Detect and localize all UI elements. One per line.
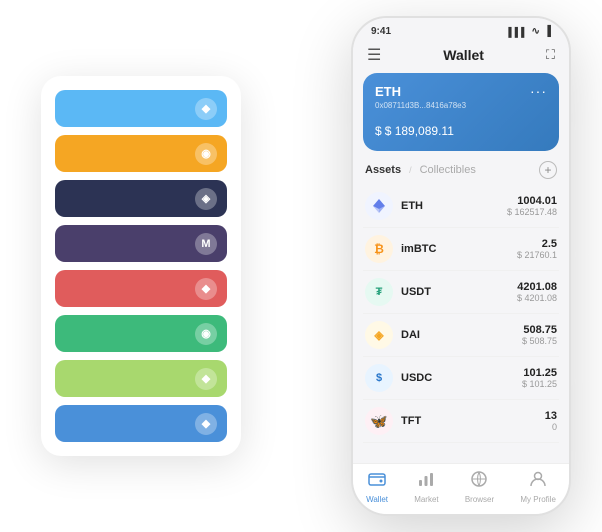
imbtc-amount: 2.5 — [517, 238, 557, 250]
usdt-name: USDT — [401, 286, 517, 298]
bar-icon: ◉ — [195, 323, 217, 345]
eth-balance: $$ 189,089.11 — [375, 118, 547, 141]
asset-row-tft[interactable]: 🦋 TFT 13 0 — [363, 400, 559, 443]
dai-name: DAI — [401, 329, 522, 341]
wallet-nav-label: Wallet — [366, 495, 388, 504]
nav-bar: ☰ Wallet ⛶ — [353, 41, 569, 73]
usdc-icon: $ — [365, 364, 393, 392]
signal-icon: ▌▌▌ — [508, 27, 527, 37]
tft-name: TFT — [401, 415, 545, 427]
phone-frame: 9:41 ▌▌▌ ∿ ▐ ☰ Wallet ⛶ ETH ··· 0x08711d… — [351, 16, 571, 516]
list-item[interactable]: ◉ — [55, 315, 227, 352]
page-title: Wallet — [443, 47, 484, 63]
usdc-usd: $ 101.25 — [522, 379, 557, 389]
nav-market[interactable]: Market — [414, 470, 438, 504]
bar-icon: ◉ — [195, 143, 217, 165]
list-item[interactable]: ◆ — [55, 90, 227, 127]
eth-card-more-icon[interactable]: ··· — [530, 83, 547, 99]
browser-nav-icon — [470, 470, 488, 493]
expand-icon[interactable]: ⛶ — [546, 47, 555, 63]
currency-symbol: $ — [375, 124, 382, 138]
imbtc-usd: $ 21760.1 — [517, 250, 557, 260]
tft-values: 13 0 — [545, 410, 557, 432]
tab-assets[interactable]: Assets — [365, 164, 401, 176]
usdt-usd: $ 4201.08 — [517, 293, 557, 303]
eth-address: 0x08711d3B...8416a78e3 — [375, 101, 547, 110]
list-item[interactable]: ◆ — [55, 360, 227, 397]
list-item[interactable]: ◆ — [55, 405, 227, 442]
dai-values: 508.75 $ 508.75 — [522, 324, 557, 346]
dai-icon: ◈ — [365, 321, 393, 349]
assets-tabs: Assets / Collectibles — [365, 164, 476, 176]
scene: ◆ ◉ ◈ M ◆ ◉ ◆ ◆ 9:41 ▌▌▌ ∿ — [21, 16, 581, 516]
imbtc-values: 2.5 $ 21760.1 — [517, 238, 557, 260]
asset-list: ETH 1004.01 $ 162517.48 ₿ imBTC 2.5 $ 21… — [353, 185, 569, 463]
eth-values: 1004.01 $ 162517.48 — [507, 195, 557, 217]
bar-icon: ◆ — [195, 368, 217, 390]
eth-usd: $ 162517.48 — [507, 207, 557, 217]
eth-name: ETH — [401, 200, 507, 212]
list-item[interactable]: ◆ — [55, 270, 227, 307]
nav-wallet[interactable]: Wallet — [366, 470, 388, 504]
dai-usd: $ 508.75 — [522, 336, 557, 346]
eth-icon — [365, 192, 393, 220]
status-bar: 9:41 ▌▌▌ ∿ ▐ — [353, 18, 569, 41]
usdc-amount: 101.25 — [522, 367, 557, 379]
usdc-name: USDC — [401, 372, 522, 384]
bar-icon: M — [195, 233, 217, 255]
status-time: 9:41 — [371, 26, 391, 37]
battery-icon: ▐ — [544, 26, 551, 37]
asset-row-imbtc[interactable]: ₿ imBTC 2.5 $ 21760.1 — [363, 228, 559, 271]
profile-nav-label: My Profile — [520, 495, 556, 504]
asset-row-usdc[interactable]: $ USDC 101.25 $ 101.25 — [363, 357, 559, 400]
tft-usd: 0 — [545, 422, 557, 432]
nav-browser[interactable]: Browser — [465, 470, 494, 504]
eth-card-header: ETH ··· — [375, 83, 547, 99]
asset-row-eth[interactable]: ETH 1004.01 $ 162517.48 — [363, 185, 559, 228]
imbtc-name: imBTC — [401, 243, 517, 255]
bar-icon: ◆ — [195, 278, 217, 300]
eth-card-title: ETH — [375, 84, 401, 99]
tab-separator: / — [409, 165, 412, 175]
wallet-card-list: ◆ ◉ ◈ M ◆ ◉ ◆ ◆ — [41, 76, 241, 456]
bar-icon: ◆ — [195, 413, 217, 435]
nav-profile[interactable]: My Profile — [520, 470, 556, 504]
usdc-values: 101.25 $ 101.25 — [522, 367, 557, 389]
imbtc-icon: ₿ — [365, 235, 393, 263]
add-asset-button[interactable]: + — [539, 161, 557, 179]
list-item[interactable]: M — [55, 225, 227, 262]
wifi-icon: ∿ — [532, 26, 540, 37]
asset-row-dai[interactable]: ◈ DAI 508.75 $ 508.75 — [363, 314, 559, 357]
status-icons: ▌▌▌ ∿ ▐ — [508, 26, 551, 37]
market-nav-icon — [417, 470, 435, 493]
menu-icon[interactable]: ☰ — [367, 45, 381, 65]
usdt-amount: 4201.08 — [517, 281, 557, 293]
assets-header: Assets / Collectibles + — [353, 161, 569, 185]
eth-wallet-card[interactable]: ETH ··· 0x08711d3B...8416a78e3 $$ 189,08… — [363, 73, 559, 151]
profile-nav-icon — [529, 470, 547, 493]
list-item[interactable]: ◈ — [55, 180, 227, 217]
asset-row-usdt[interactable]: ₮ USDT 4201.08 $ 4201.08 — [363, 271, 559, 314]
bar-icon: ◈ — [195, 188, 217, 210]
tft-amount: 13 — [545, 410, 557, 422]
browser-nav-label: Browser — [465, 495, 494, 504]
usdt-icon: ₮ — [365, 278, 393, 306]
usdt-values: 4201.08 $ 4201.08 — [517, 281, 557, 303]
dai-amount: 508.75 — [522, 324, 557, 336]
bottom-nav: Wallet Market Browser My Profile — [353, 463, 569, 514]
eth-amount: 1004.01 — [507, 195, 557, 207]
market-nav-label: Market — [414, 495, 438, 504]
tab-collectibles[interactable]: Collectibles — [420, 164, 476, 176]
wallet-nav-icon — [368, 470, 386, 493]
list-item[interactable]: ◉ — [55, 135, 227, 172]
tft-icon: 🦋 — [365, 407, 393, 435]
bar-icon: ◆ — [195, 98, 217, 120]
